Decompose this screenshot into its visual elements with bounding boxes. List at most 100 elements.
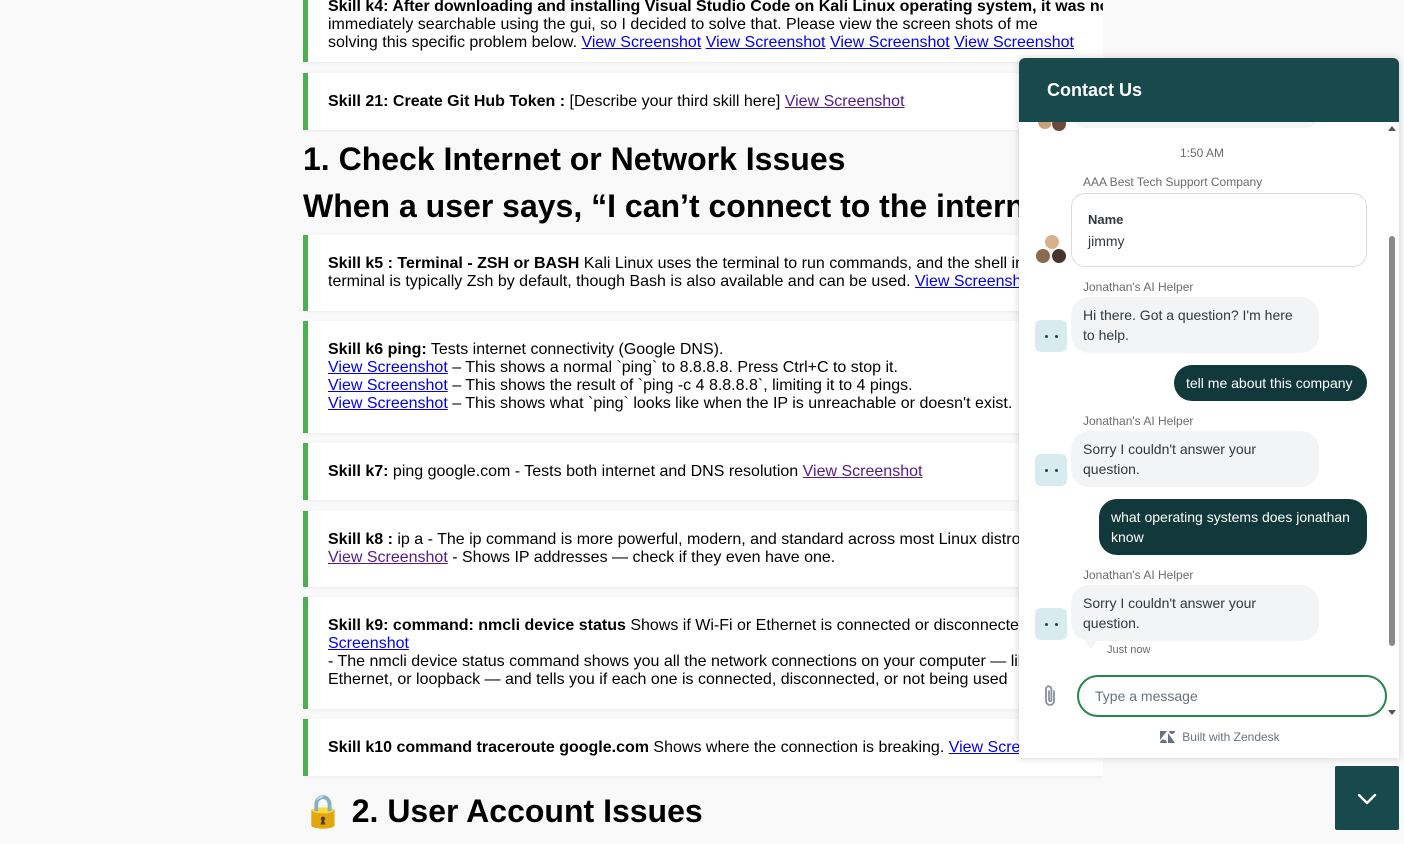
- skill-k7-row: Skill k7: ping google.com - Tests both i…: [328, 463, 1103, 481]
- skill-k9-text-2: - The nmcli device status command shows …: [328, 653, 1081, 670]
- bot-avatar: [1035, 320, 1067, 352]
- skill-k4-text-2: immediately searchable using the gui, so…: [328, 16, 1038, 33]
- chat-widget: Contact Us 1:50 AM AAA Best Tech Support…: [1019, 58, 1399, 758]
- form-field-label: Name: [1088, 212, 1124, 227]
- skill-k4-text-3-row: solving this specific problem below. Vie…: [328, 34, 1103, 52]
- bot-avatar: [1035, 608, 1067, 640]
- skill-k6-row-text: – This shows a normal `ping` to 8.8.8.8.…: [447, 359, 898, 376]
- skill-k8-title: Skill k8 :: [328, 531, 393, 548]
- chat-header: Contact Us: [1019, 58, 1399, 122]
- sender-name: Jonathan's AI Helper: [1083, 414, 1194, 428]
- view-screenshot-link[interactable]: View Screenshot: [328, 377, 448, 394]
- skill-k6-text: Tests internet connectivity (Google DNS)…: [426, 341, 724, 358]
- skill-k6-row-text: – This shows the result of `ping -c 4 8.…: [447, 377, 913, 394]
- form-response-card: Name jimmy: [1071, 193, 1367, 267]
- skill-k4-text-3: solving this specific problem below.: [328, 34, 578, 51]
- scroll-up-arrow[interactable]: [1388, 126, 1396, 131]
- message-input[interactable]: [1077, 675, 1387, 717]
- view-screenshot-link[interactable]: View Screenshot: [803, 463, 923, 480]
- agent-group-avatar: [1035, 234, 1069, 268]
- branding-text: Built with Zendesk: [1182, 730, 1280, 744]
- skill-k10-row: Skill k10 command traceroute google.com …: [328, 739, 1103, 757]
- skill-card-21: Skill 21: Create Git Hub Token : [Descri…: [303, 73, 1103, 130]
- zendesk-logo-icon: [1160, 731, 1176, 746]
- message-status: Just now: [1107, 644, 1151, 656]
- skill-21-text: [Describe your third skill here]: [565, 93, 785, 110]
- skill-k6-row-text: – This shows what `ping` looks like when…: [447, 395, 1013, 412]
- skill-k8-row1: Skill k8 : ip a - The ip command is more…: [328, 531, 1103, 549]
- skill-k10-text: Shows where the connection is breaking.: [648, 739, 949, 756]
- skill-k10-title: Skill k10 command traceroute google.com: [328, 739, 649, 756]
- skill-k9-text-3: Ethernet, or loopback — and tells you if…: [328, 671, 1008, 688]
- scroll-thumb[interactable]: [1389, 236, 1395, 646]
- page-content: Skill k4: After downloading and installi…: [303, 0, 1103, 844]
- sender-name: Jonathan's AI Helper: [1083, 568, 1194, 582]
- user-message-bubble: what operating systems does jonathan kno…: [1099, 499, 1367, 555]
- bubble-tail: [1085, 641, 1097, 649]
- skill-k9-row2: Screenshot: [328, 635, 1103, 653]
- skill-k6-row3: View Screenshot – This shows what `ping`…: [328, 395, 1103, 413]
- form-field-value: jimmy: [1088, 233, 1125, 249]
- skill-k6-row1: View Screenshot – This shows a normal `p…: [328, 359, 1103, 377]
- chevron-down-icon: [1357, 792, 1377, 810]
- skill-k8-text: ip a - The ip command is more powerful, …: [392, 531, 1029, 548]
- skill-k6-title: Skill k6 ping:: [328, 341, 427, 358]
- skill-k6-row2: View Screenshot – This shows the result …: [328, 377, 1103, 395]
- section-subheading-network: When a user says, “I can’t connect to th…: [303, 188, 1070, 224]
- skill-card-k10: Skill k10 command traceroute google.com …: [303, 719, 1103, 776]
- skill-card-k6: Skill k6 ping: Tests internet connectivi…: [303, 321, 1103, 433]
- view-screenshot-link[interactable]: View Screenshot: [328, 395, 448, 412]
- skill-k7-text: ping google.com - Tests both internet an…: [388, 463, 803, 480]
- agent-group-avatar: [1035, 122, 1069, 148]
- section-heading-accounts: 🔒 2. User Account Issues: [303, 793, 703, 829]
- message-timestamp: 1:50 AM: [1179, 146, 1225, 160]
- chat-launcher-button[interactable]: [1335, 766, 1399, 830]
- branding-footer[interactable]: Built with Zendesk: [1019, 730, 1399, 746]
- skill-k9-text: Shows if Wi-Fi or Ethernet is connected …: [625, 617, 1028, 634]
- screenshot-link[interactable]: Screenshot: [328, 635, 409, 652]
- chat-scrollbar[interactable]: [1387, 122, 1397, 720]
- view-screenshot-link[interactable]: View Screenshot: [328, 549, 448, 566]
- skill-k6-row0: Skill k6 ping: Tests internet connectivi…: [328, 341, 1103, 359]
- skill-k9-row1: Skill k9: command: nmcli device status S…: [328, 617, 1103, 635]
- section-heading-accounts-text: 2. User Account Issues: [351, 793, 703, 829]
- view-screenshot-link[interactable]: View Screenshot: [581, 34, 701, 51]
- chat-header-title: Contact Us: [1047, 80, 1143, 100]
- skill-k5-text-1: Kali Linux uses the terminal to run comm…: [579, 255, 1024, 272]
- section-heading-network: 1. Check Internet or Network Issues: [303, 141, 846, 177]
- skill-card-k9: Skill k9: command: nmcli device status S…: [303, 597, 1103, 709]
- skill-k5-title: Skill k5 : Terminal - ZSH or BASH: [328, 255, 580, 272]
- paperclip-icon[interactable]: [1041, 684, 1061, 708]
- skill-21-title: Skill 21: Create Git Hub Token :: [328, 93, 566, 110]
- view-screenshot-link[interactable]: View Screenshot: [954, 34, 1074, 51]
- view-screenshot-link[interactable]: View Screenshot: [706, 34, 826, 51]
- skill-card-k8: Skill k8 : ip a - The ip command is more…: [303, 511, 1103, 587]
- sender-name: AAA Best Tech Support Company: [1083, 175, 1263, 189]
- skill-k4-text-1: Skill k4: After downloading and installi…: [328, 0, 1103, 15]
- bot-message-bubble: Sorry I couldn't answer your question.: [1071, 431, 1319, 487]
- skill-k7-title: Skill k7:: [328, 463, 389, 480]
- message-composer: Built with Zendesk: [1019, 674, 1399, 758]
- skill-k8-text-2: - Shows IP addresses — check if they eve…: [447, 549, 836, 566]
- view-screenshot-link[interactable]: View Screenshot: [830, 34, 950, 51]
- view-screenshot-link[interactable]: View Screenshot: [915, 273, 1035, 290]
- skill-k9-title: Skill k9: command: nmcli device status: [328, 617, 626, 634]
- lock-icon: 🔒: [303, 793, 343, 829]
- skill-card-k4: Skill k4: After downloading and installi…: [303, 0, 1103, 62]
- skill-card-k7: Skill k7: ping google.com - Tests both i…: [303, 443, 1103, 500]
- skill-21-row: Skill 21: Create Git Hub Token : [Descri…: [328, 93, 1103, 111]
- bot-message-bubble: Sorry I couldn't answer your question.: [1071, 585, 1319, 641]
- sender-name: Jonathan's AI Helper: [1083, 280, 1194, 294]
- skill-card-k5: Skill k5 : Terminal - ZSH or BASH Kali L…: [303, 235, 1103, 311]
- skill-k5-text-2: terminal is typically Zsh by default, th…: [328, 273, 915, 290]
- bot-avatar: [1035, 454, 1067, 486]
- user-message-bubble: tell me about this company: [1174, 365, 1367, 401]
- view-screenshot-link[interactable]: View Screenshot: [785, 93, 905, 110]
- chat-message-log[interactable]: 1:50 AM AAA Best Tech Support Company Na…: [1019, 122, 1399, 720]
- skill-k8-row2: View Screenshot - Shows IP addresses — c…: [328, 549, 1103, 567]
- bot-message-bubble: Hi there. Got a question? I'm here to he…: [1071, 297, 1319, 353]
- skill-k5-row2: terminal is typically Zsh by default, th…: [328, 273, 1103, 291]
- skill-k5-row1: Skill k5 : Terminal - ZSH or BASH Kali L…: [328, 255, 1103, 273]
- previous-message-bubble: [1071, 122, 1319, 128]
- view-screenshot-link[interactable]: View Screenshot: [328, 359, 448, 376]
